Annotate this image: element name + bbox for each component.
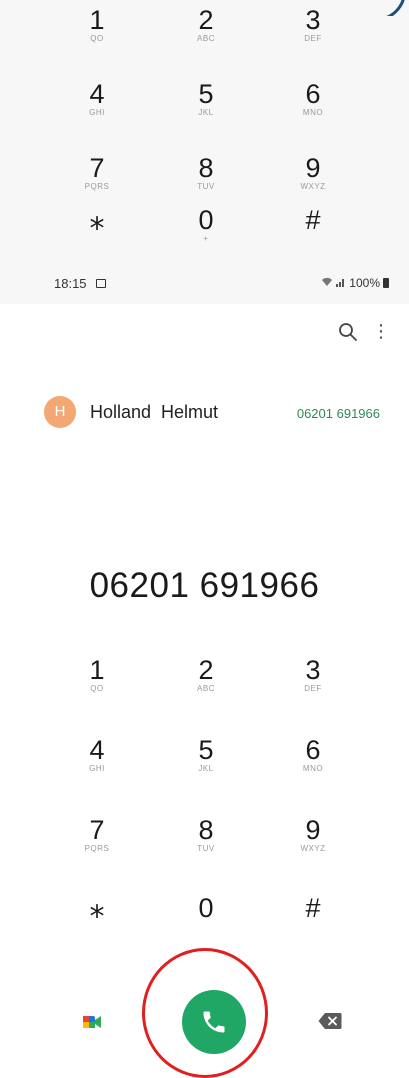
- key-9[interactable]: 9 WXYZ: [258, 816, 368, 854]
- status-bar: 18:15 100%: [0, 268, 409, 304]
- key-5[interactable]: 5 JKL: [151, 736, 261, 774]
- key-letters: WXYZ: [300, 844, 326, 853]
- gallery-notification-icon: [96, 279, 106, 288]
- key-hash[interactable]: #: [258, 894, 368, 922]
- key-star[interactable]: ⁎: [42, 891, 152, 924]
- top-key-7[interactable]: 7 PQRS: [42, 154, 152, 192]
- key-letters: MNO: [302, 108, 324, 117]
- status-right-group: 100%: [321, 276, 389, 290]
- key-letters: ABC: [197, 684, 215, 693]
- star-glyph: ⁎: [89, 203, 105, 236]
- key-2[interactable]: 2 ABC: [151, 656, 261, 694]
- key-7[interactable]: 7 PQRS: [42, 816, 152, 854]
- key-letters: DEF: [304, 34, 322, 43]
- previous-screen-keypad: 1 QO 2 ABC 3 DEF 4 GHI 5 JKL 6 MNO 7 PQR…: [0, 0, 409, 268]
- key-digit: 6: [305, 79, 321, 109]
- star-glyph: ⁎: [89, 891, 105, 924]
- key-4[interactable]: 4 GHI: [42, 736, 152, 774]
- key-digit: 0: [198, 205, 214, 235]
- key-letters: TUV: [197, 844, 215, 853]
- top-key-2[interactable]: 2 ABC: [151, 6, 261, 44]
- wifi-icon: [321, 277, 333, 290]
- key-digit: 2: [198, 5, 214, 35]
- top-key-3[interactable]: 3 DEF: [258, 6, 368, 44]
- top-key-4[interactable]: 4 GHI: [42, 80, 152, 118]
- video-call-icon[interactable]: [82, 1012, 102, 1032]
- key-digit: 6: [305, 735, 321, 765]
- signal-icon: [336, 277, 346, 290]
- key-letters: JKL: [198, 108, 214, 117]
- key-digit: 7: [89, 815, 105, 845]
- contact-number: 06201 691966: [296, 406, 380, 421]
- dialed-number-display[interactable]: 06201 691966: [0, 566, 409, 606]
- key-letters: +: [203, 234, 209, 243]
- key-digit: 5: [198, 79, 214, 109]
- status-time: 18:15: [54, 276, 87, 291]
- battery-icon: [383, 278, 389, 288]
- key-letters: GHI: [89, 764, 105, 773]
- voicemail-icon: QO: [90, 684, 104, 693]
- key-0[interactable]: 0: [151, 894, 261, 922]
- key-digit: 1: [89, 5, 105, 35]
- contact-name: Holland Helmut: [90, 402, 219, 422]
- top-key-hash[interactable]: #: [258, 206, 368, 234]
- key-letters: JKL: [198, 764, 214, 773]
- key-letters: PQRS: [84, 844, 110, 853]
- key-digit: #: [305, 205, 321, 235]
- key-digit: 1: [89, 655, 105, 685]
- key-digit: 2: [198, 655, 214, 685]
- dialer-screen: ⋮ H Holland Helmut 06201 691966 06201 69…: [0, 304, 409, 1078]
- call-button[interactable]: [182, 990, 246, 1054]
- key-digit: 0: [198, 893, 214, 923]
- key-letters: MNO: [302, 764, 324, 773]
- key-digit: 9: [305, 815, 321, 845]
- key-digit: 3: [305, 5, 321, 35]
- key-1[interactable]: 1 QO: [42, 656, 152, 694]
- top-key-9[interactable]: 9 WXYZ: [258, 154, 368, 192]
- key-letters: GHI: [89, 108, 105, 117]
- top-key-star[interactable]: ⁎: [42, 203, 152, 236]
- key-letters: WXYZ: [300, 182, 326, 191]
- key-digit: 4: [89, 735, 105, 765]
- top-key-0[interactable]: 0 +: [151, 206, 261, 244]
- key-digit: 9: [305, 153, 321, 183]
- key-digit: 4: [89, 79, 105, 109]
- key-3[interactable]: 3 DEF: [258, 656, 368, 694]
- top-key-5[interactable]: 5 JKL: [151, 80, 261, 118]
- top-key-6[interactable]: 6 MNO: [258, 80, 368, 118]
- more-options-icon[interactable]: ⋮: [372, 320, 390, 344]
- avatar: H: [44, 396, 76, 428]
- key-digit: 8: [198, 153, 214, 183]
- key-digit: #: [305, 893, 321, 923]
- contact-suggestion[interactable]: H Holland Helmut 06201 691966: [44, 396, 394, 430]
- top-key-8[interactable]: 8 TUV: [151, 154, 261, 192]
- backspace-icon[interactable]: [318, 1012, 342, 1030]
- top-key-1[interactable]: 1 QO: [42, 6, 152, 44]
- key-digit: 7: [89, 153, 105, 183]
- search-icon[interactable]: [338, 322, 358, 342]
- key-8[interactable]: 8 TUV: [151, 816, 261, 854]
- key-digit: 8: [198, 815, 214, 845]
- battery-level: 100%: [349, 276, 380, 290]
- voicemail-icon: QO: [90, 34, 104, 43]
- key-letters: PQRS: [84, 182, 110, 191]
- key-6[interactable]: 6 MNO: [258, 736, 368, 774]
- phone-icon: [203, 1011, 225, 1033]
- key-digit: 5: [198, 735, 214, 765]
- key-letters: DEF: [304, 684, 322, 693]
- call-action-bar: [0, 948, 409, 1078]
- key-letters: TUV: [197, 182, 215, 191]
- key-digit: 3: [305, 655, 321, 685]
- key-letters: ABC: [197, 34, 215, 43]
